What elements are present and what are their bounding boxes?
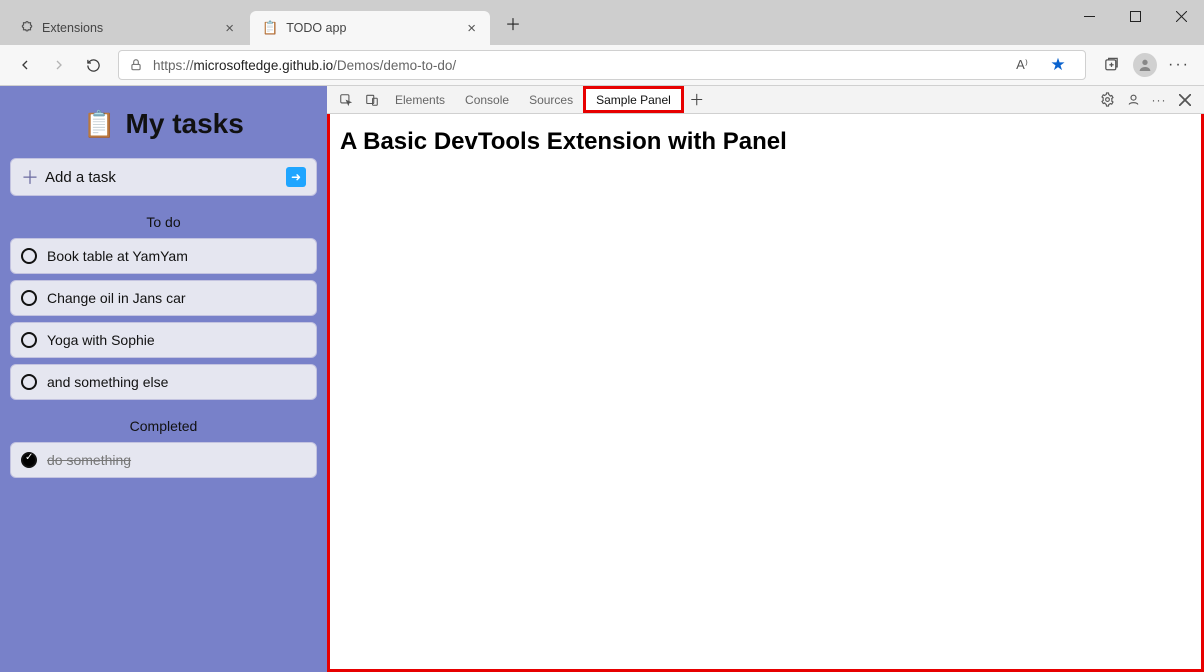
completed-section-label: Completed — [10, 418, 317, 434]
url-host: microsoftedge.github.io — [194, 58, 334, 73]
back-button[interactable] — [8, 48, 42, 82]
task-text: and something else — [47, 374, 168, 390]
browser-tab-extensions[interactable]: Extensions × — [8, 11, 248, 45]
todo-section-label: To do — [10, 214, 317, 230]
read-aloud-icon[interactable]: A⁾ — [1005, 48, 1039, 82]
collections-icon[interactable] — [1094, 48, 1128, 82]
window-controls — [1066, 0, 1204, 32]
task-item[interactable]: Yoga with Sophie — [10, 322, 317, 358]
devtools-tab-elements[interactable]: Elements — [385, 86, 455, 113]
refresh-button[interactable] — [76, 48, 110, 82]
task-text: Change oil in Jans car — [47, 290, 186, 306]
profile-icon[interactable] — [1128, 48, 1162, 82]
submit-task-button[interactable]: ➜ — [286, 167, 306, 187]
close-window-button[interactable] — [1158, 0, 1204, 32]
devtools-tab-console[interactable]: Console — [455, 86, 519, 113]
task-text: Book table at YamYam — [47, 248, 188, 264]
tab-label: Sources — [529, 93, 573, 107]
panel-heading: A Basic DevTools Extension with Panel — [340, 128, 1191, 156]
checked-icon[interactable] — [21, 452, 37, 468]
checkbox-icon[interactable] — [21, 290, 37, 306]
maximize-button[interactable] — [1112, 0, 1158, 32]
devtools-tab-sources[interactable]: Sources — [519, 86, 583, 113]
app-title-text: My tasks — [126, 108, 244, 140]
site-info-icon[interactable] — [129, 58, 143, 72]
inspect-icon[interactable] — [333, 86, 359, 113]
clipboard-icon: 📋 — [262, 20, 278, 36]
menu-icon[interactable]: ··· — [1162, 48, 1196, 82]
url-prefix: https:// — [153, 58, 194, 73]
checkbox-icon[interactable] — [21, 332, 37, 348]
task-item-completed[interactable]: do something — [10, 442, 317, 478]
task-item[interactable]: Change oil in Jans car — [10, 280, 317, 316]
add-task-input[interactable]: ＋ Add a task ➜ — [10, 158, 317, 196]
tab-label: TODO app — [286, 21, 457, 35]
browser-toolbar: https://microsoftedge.github.io/Demos/de… — [0, 45, 1204, 86]
content-area: 📋 My tasks ＋ Add a task ➜ To do Book tab… — [0, 86, 1204, 672]
add-panel-icon[interactable]: ＋ — [684, 86, 710, 113]
add-task-placeholder: Add a task — [45, 169, 116, 186]
puzzle-icon — [20, 21, 34, 35]
url-path: /Demos/demo-to-do/ — [333, 58, 456, 73]
device-toggle-icon[interactable] — [359, 86, 385, 113]
completed-list: do something — [10, 442, 317, 478]
close-devtools-icon[interactable] — [1172, 86, 1198, 113]
devtools-panel-content: A Basic DevTools Extension with Panel — [327, 114, 1204, 672]
close-icon[interactable]: × — [465, 21, 478, 36]
settings-icon[interactable] — [1094, 86, 1120, 113]
task-item[interactable]: Book table at YamYam — [10, 238, 317, 274]
forward-button[interactable] — [42, 48, 76, 82]
app-title: 📋 My tasks — [10, 108, 317, 140]
devtools-tab-sample-panel[interactable]: Sample Panel — [583, 86, 684, 113]
tab-label: Extensions — [42, 21, 215, 35]
close-icon[interactable]: × — [223, 21, 236, 36]
browser-titlebar: Extensions × 📋 TODO app × ＋ — [0, 0, 1204, 45]
devtools-pane: Elements Console Sources Sample Panel ＋ … — [327, 86, 1204, 672]
new-tab-button[interactable]: ＋ — [498, 8, 528, 38]
plus-icon: ＋ — [21, 164, 39, 190]
address-bar[interactable]: https://microsoftedge.github.io/Demos/de… — [118, 50, 1086, 80]
feedback-icon[interactable] — [1120, 86, 1146, 113]
todo-list: Book table at YamYam Change oil in Jans … — [10, 238, 317, 400]
more-icon[interactable]: ··· — [1146, 86, 1172, 113]
task-text: do something — [47, 452, 131, 468]
todo-app: 📋 My tasks ＋ Add a task ➜ To do Book tab… — [0, 86, 327, 672]
devtools-tabstrip: Elements Console Sources Sample Panel ＋ … — [327, 86, 1204, 114]
minimize-button[interactable] — [1066, 0, 1112, 32]
browser-tab-todo[interactable]: 📋 TODO app × — [250, 11, 490, 45]
checkbox-icon[interactable] — [21, 374, 37, 390]
tab-label: Console — [465, 93, 509, 107]
favorite-icon[interactable]: ★ — [1041, 48, 1075, 82]
clipboard-icon: 📋 — [83, 109, 115, 140]
tab-label: Sample Panel — [596, 93, 671, 107]
task-item[interactable]: and something else — [10, 364, 317, 400]
task-text: Yoga with Sophie — [47, 332, 155, 348]
tab-label: Elements — [395, 93, 445, 107]
checkbox-icon[interactable] — [21, 248, 37, 264]
